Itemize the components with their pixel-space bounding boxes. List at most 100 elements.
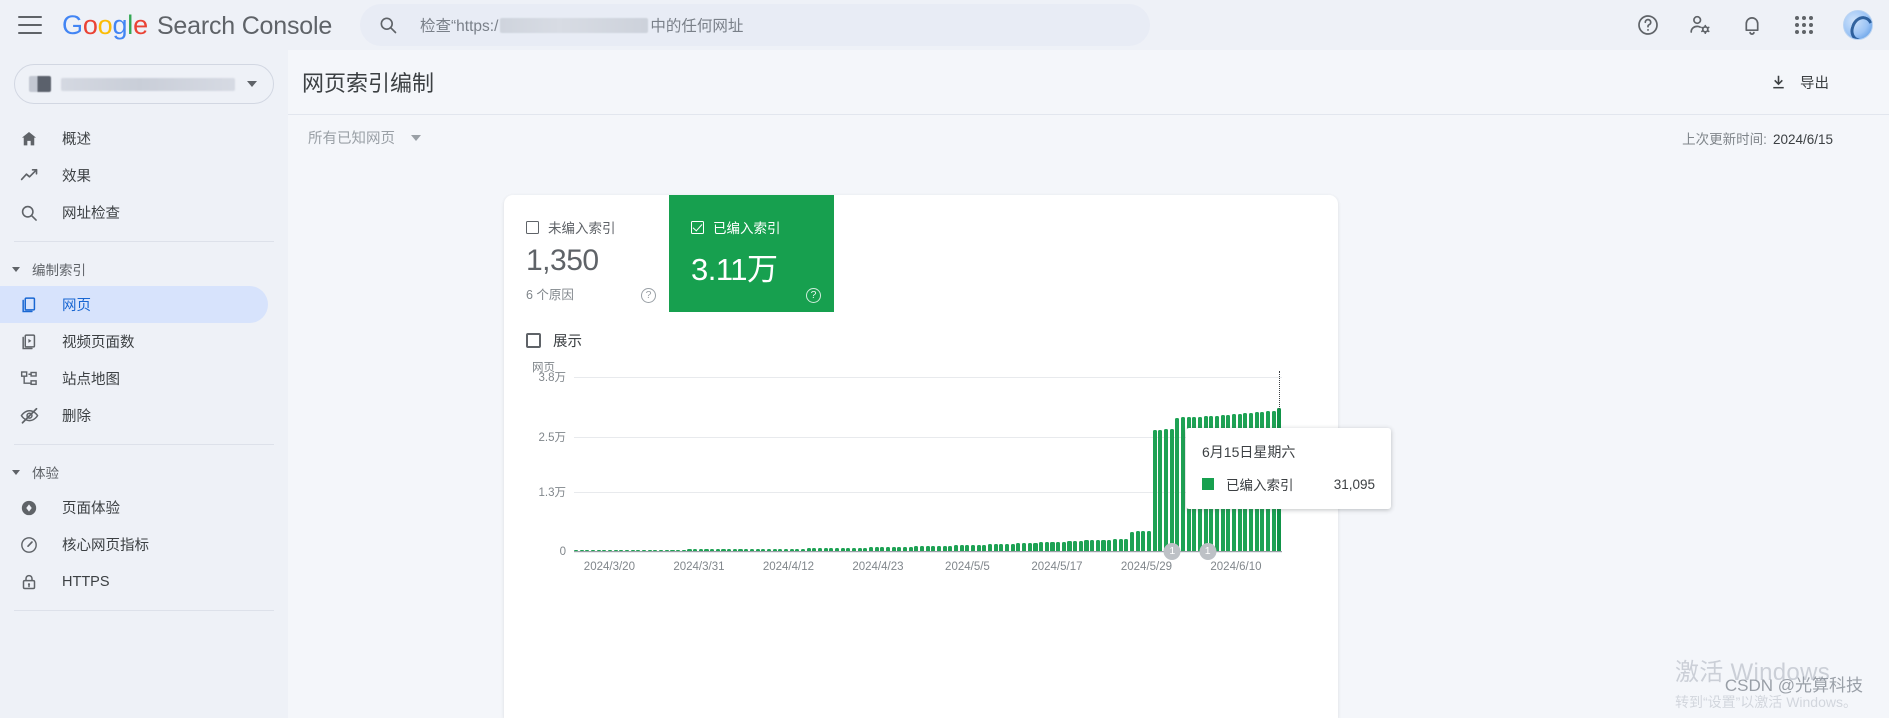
page-filter-dropdown[interactable]: 所有已知网页 [302,123,427,152]
bar[interactable] [1090,540,1095,551]
bar[interactable] [1107,539,1112,551]
sidebar-group-indexing[interactable]: 编制索引 [0,252,288,286]
sidebar-item-removals[interactable]: 删除 [0,397,268,434]
impressions-legend-toggle[interactable]: 展示 [526,330,582,351]
property-favicon [29,76,51,92]
top-bar-icons [1635,0,1873,50]
bar[interactable] [1163,429,1168,551]
metric-card-indexed[interactable]: 已编入索引 3.11万 ? [669,195,834,312]
sidebar-group-label: 编制索引 [32,263,86,278]
bar[interactable] [999,544,1004,551]
hamburger-menu-icon[interactable] [18,16,42,34]
property-name-redacted [61,77,235,91]
bar[interactable] [1061,541,1066,551]
chart-annotation-marker[interactable]: 1 [1199,543,1217,560]
y-axis-tick: 2.5万 [538,431,567,444]
notifications-bell-icon[interactable] [1739,12,1765,38]
bar[interactable] [1124,538,1129,551]
sidebar-item-video-pages[interactable]: 视频页面数 [0,323,268,360]
export-button[interactable]: 导出 [1765,66,1833,99]
sidebar-item-pages[interactable]: 网页 [0,286,268,323]
y-axis-title: 网页 [532,362,555,374]
sidebar-item-label: 站点地图 [62,372,120,388]
sidebar-item-core-web-vitals[interactable]: 核心网页指标 [0,526,268,563]
bar[interactable] [1022,543,1027,551]
sidebar-item-page-experience[interactable]: 页面体验 [0,489,268,526]
bar[interactable] [1169,429,1174,551]
x-axis: 2024/3/20 2024/3/31 2024/4/12 2024/4/23 2024… [574,543,1282,578]
sidebar-divider [14,444,274,445]
sidebar-item-label: 网页 [62,298,91,314]
bar[interactable] [1158,429,1163,551]
bar[interactable] [1016,543,1021,551]
chevron-down-icon [411,134,421,141]
bar[interactable] [1180,417,1185,551]
chart-annotation-marker[interactable]: 1 [1163,543,1181,560]
bar[interactable] [1050,542,1055,551]
metric-card-not-indexed[interactable]: 未编入索引 1,350 6 个原因 ? [504,195,669,312]
search-placeholder-prefix: 检查“https:/ [420,18,499,35]
bar[interactable] [1033,542,1038,551]
bar[interactable] [1044,542,1049,551]
sidebar-item-label: 删除 [62,409,91,425]
metric-label: 未编入索引 [548,221,616,236]
bar[interactable] [993,544,998,551]
bar[interactable] [988,544,993,551]
sidebar: 概述 效果 网址检查 编制索引 网页 视频页面数 站点地图 删除 体验 页面体验… [0,50,288,718]
x-axis-tick: 2024/4/23 [852,561,904,573]
sidebar-item-url-inspection[interactable]: 网址检查 [0,194,268,231]
bar[interactable] [1084,540,1089,551]
tooltip-date: 6月15日星期六 [1202,444,1296,460]
bar[interactable] [1141,531,1146,551]
sidebar-group-experience[interactable]: 体验 [0,455,288,489]
help-circle-icon[interactable]: ? [641,288,656,303]
impressions-checkbox[interactable] [526,333,541,348]
sidebar-item-sitemaps[interactable]: 站点地图 [0,360,268,397]
bar[interactable] [1101,539,1106,551]
help-icon[interactable] [1635,12,1661,38]
bar[interactable] [1152,429,1157,551]
bar[interactable] [1056,541,1061,551]
help-circle-icon[interactable]: ? [806,288,821,303]
bar[interactable] [1005,543,1010,551]
property-selector[interactable] [14,64,274,104]
bar[interactable] [1095,539,1100,551]
url-inspection-search-bar[interactable]: 检查“https:/ 中的任何网址 [360,4,1150,46]
metric-cards: 未编入索引 1,350 6 个原因 ? 已编入索引 3.11万 ? [504,195,1338,312]
bar[interactable] [1010,543,1015,551]
sidebar-item-performance[interactable]: 效果 [0,157,268,194]
chart-tooltip: 6月15日星期六 已编入索引 31,095 [1186,428,1391,509]
account-avatar[interactable] [1843,10,1873,40]
sidebar-item-overview[interactable]: 概述 [0,120,268,157]
metric-checkbox[interactable] [526,220,539,234]
bar[interactable] [1135,531,1140,551]
metric-checkbox[interactable] [691,220,704,234]
bar[interactable] [1067,541,1072,551]
tooltip-row: 已编入索引 31,095 [1202,474,1375,494]
bar[interactable] [1118,539,1123,551]
x-axis-tick: 2024/6/10 [1210,561,1262,573]
bar[interactable] [1073,541,1078,551]
sidebar-item-label: 概述 [62,132,91,148]
user-settings-icon[interactable] [1687,12,1713,38]
sidebar-item-label: 视频页面数 [62,335,135,351]
chevron-down-icon [12,266,20,272]
sidebar-item-https[interactable]: HTTPS [0,563,268,600]
csdn-watermark: CSDN @光算科技 [1724,676,1863,695]
bar[interactable] [1027,542,1032,551]
search-console-page: Google Search Console 检查“https:/ 中的任何网址 [0,0,1889,718]
tooltip-series-label: 已编入索引 [1226,478,1294,493]
bar[interactable] [1129,531,1134,551]
metric-value: 3.11万 [691,252,778,287]
main-content: 网页索引编制 导出 所有已知网页 上次更新时间: 2024/6/15 未编入索引… [288,50,1889,718]
bar[interactable] [1146,530,1151,551]
bar[interactable] [1078,540,1083,551]
apps-grid-icon[interactable] [1791,12,1817,38]
trending-up-icon [18,165,40,187]
bar[interactable] [1175,417,1180,551]
search-icon [380,17,397,34]
bar[interactable] [1112,539,1117,551]
redacted-domain [500,17,649,33]
video-pages-icon [18,331,40,353]
bar[interactable] [1039,542,1044,551]
